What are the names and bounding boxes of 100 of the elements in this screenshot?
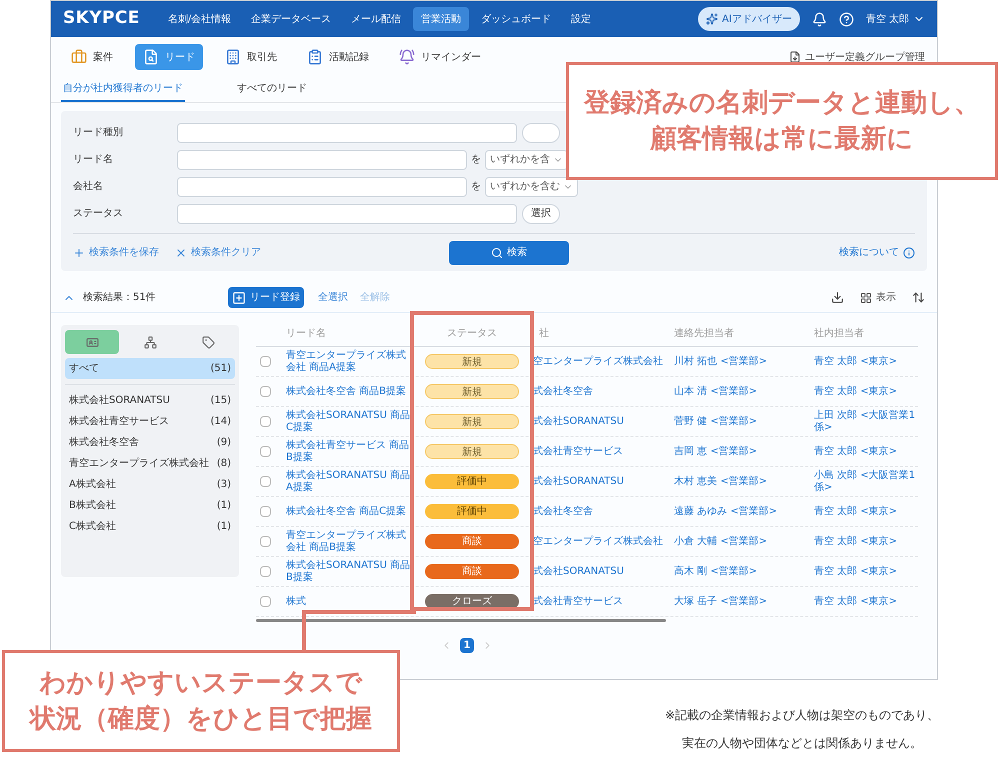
help-icon[interactable]	[838, 12, 854, 26]
lead-name-link[interactable]: 株式会社SORANATSU 商品B提案	[286, 560, 413, 584]
contact-link[interactable]: 川村 拓也 <営業部>	[666, 354, 806, 369]
select-button[interactable]: 選択	[522, 204, 560, 224]
company-link[interactable]: 式会社冬空舎	[531, 384, 666, 399]
status-badge: 商談	[425, 564, 519, 579]
contact-link[interactable]: 遠藤 あゆみ <営業部>	[666, 504, 806, 519]
row-checkbox[interactable]	[260, 506, 271, 517]
contact-link[interactable]: 菅野 健 <営業部>	[666, 414, 806, 429]
row-checkbox[interactable]	[260, 356, 271, 367]
owner-link[interactable]: 小島 次郎 <大阪営業1係>	[806, 470, 918, 494]
match-select[interactable]: いずれかを含む	[485, 176, 578, 196]
brand-logo[interactable]: SKYPCE	[63, 6, 140, 32]
row-checkbox[interactable]	[260, 446, 271, 457]
lead-name-link[interactable]: 株式会社冬空舎 商品C提案	[286, 506, 406, 518]
row-checkbox[interactable]	[260, 476, 271, 487]
lead-name-link[interactable]: 株式会社SORANATSU 商品C提案	[286, 410, 413, 434]
list-tab[interactable]: すべてのリード	[235, 77, 309, 102]
owner-link[interactable]: 青空 太郎 <東京>	[806, 506, 918, 518]
group-type-tab[interactable]	[65, 330, 119, 354]
nav-tab[interactable]: 企業データベース	[243, 7, 340, 31]
group-item[interactable]: 株式会社青空サービス (14)	[65, 411, 235, 432]
owner-link[interactable]: 青空 太郎 <東京>	[806, 356, 918, 368]
row-checkbox[interactable]	[260, 536, 271, 547]
group-item[interactable]: A株式会社 (3)	[65, 474, 235, 495]
input-field[interactable]	[177, 122, 517, 142]
company-link[interactable]: 空エンタープライズ株式会社	[531, 534, 666, 549]
contact-link[interactable]: 小倉 大輔 <営業部>	[666, 534, 806, 549]
module-tab[interactable]: 案件	[63, 44, 121, 70]
user-menu[interactable]: 青空 太郎	[866, 12, 925, 26]
column-header: 社内担当者	[813, 326, 865, 341]
owner-link[interactable]: 青空 太郎 <東京>	[806, 596, 918, 608]
select-all-link[interactable]: 全選択	[318, 290, 348, 305]
status-badge: 評価中	[425, 474, 519, 489]
contact-link[interactable]: 大塚 岳子 <営業部>	[666, 594, 806, 609]
list-tab[interactable]: 自分が社内獲得者のリード	[61, 77, 185, 102]
group-item[interactable]: 青空エンタープライズ株式会社 (8)	[65, 453, 235, 474]
group-item[interactable]: 株式会社冬空舎 (9)	[65, 432, 235, 453]
select-button[interactable]	[522, 122, 560, 142]
nav-tab[interactable]: 設定	[563, 7, 600, 31]
owner-link[interactable]: 青空 太郎 <東京>	[806, 536, 918, 548]
sparkle-icon	[706, 13, 718, 25]
company-link[interactable]: 式会社冬空舎	[531, 504, 666, 519]
module-tab[interactable]: リマインダー	[391, 44, 489, 70]
input-field[interactable]	[177, 176, 467, 196]
group-item[interactable]: C株式会社 (1)	[65, 516, 235, 537]
match-select[interactable]: いずれかを含	[485, 150, 568, 170]
company-link[interactable]: 式会社青空サービス	[531, 444, 666, 459]
lead-name-link[interactable]: 青空エンタープライズ株式会社 商品B提案	[286, 530, 413, 554]
page-button[interactable]: 1	[460, 638, 474, 653]
company-link[interactable]: 式会社SORANATSU	[531, 564, 666, 579]
input-field[interactable]	[177, 204, 517, 224]
contact-link[interactable]: 木村 恵美 <営業部>	[666, 474, 806, 489]
save-conditions-link[interactable]: 検索条件を保存	[73, 245, 159, 260]
company-link[interactable]: 式会社SORANATSU	[531, 414, 666, 429]
bell-icon[interactable]	[812, 12, 827, 26]
row-checkbox[interactable]	[260, 416, 271, 427]
owner-link[interactable]: 青空 太郎 <東京>	[806, 386, 918, 398]
lead-name-link[interactable]: 青空エンタープライズ株式会社 商品A提案	[286, 350, 413, 374]
contact-link[interactable]: 高木 剛 <営業部>	[666, 564, 806, 579]
lead-name-link[interactable]: 株式会社青空サービス 商品B提案	[286, 440, 413, 464]
company-link[interactable]: 式会社青空サービス	[531, 594, 666, 609]
module-tab[interactable]: リード	[135, 44, 203, 70]
ai-advisor-button[interactable]: AIアドバイザー	[698, 7, 800, 31]
display-button[interactable]: 表示	[860, 290, 896, 305]
contact-link[interactable]: 山本 清 <営業部>	[666, 384, 806, 399]
company-link[interactable]: 空エンタープライズ株式会社	[531, 354, 666, 369]
group-item[interactable]: 株式会社SORANATSU (15)	[65, 390, 235, 411]
sort-icon[interactable]	[912, 291, 925, 304]
owner-link[interactable]: 上田 次郎 <大阪営業1係>	[806, 410, 918, 434]
download-icon[interactable]	[831, 291, 844, 304]
clear-conditions-link[interactable]: 検索条件クリア	[175, 245, 261, 260]
nav-tab[interactable]: メール配信	[343, 7, 410, 31]
row-checkbox[interactable]	[260, 596, 271, 607]
horizontal-scrollbar[interactable]	[256, 619, 666, 622]
group-management-link[interactable]: ユーザー定義グループ管理	[789, 50, 925, 64]
add-lead-button[interactable]: リード登録	[228, 287, 304, 308]
module-tab[interactable]: 取引先	[217, 44, 285, 70]
grid-icon	[860, 292, 872, 304]
owner-link[interactable]: 青空 太郎 <東京>	[806, 566, 918, 578]
nav-tab[interactable]: 名刺/会社情報	[160, 7, 240, 31]
row-checkbox[interactable]	[260, 566, 271, 577]
module-tab[interactable]: 活動記録	[299, 44, 377, 70]
plus-square-icon	[232, 290, 246, 304]
nav-tab[interactable]: ダッシュボード	[473, 7, 560, 31]
owner-link[interactable]: 青空 太郎 <東京>	[806, 446, 918, 458]
clipboard-icon	[307, 49, 323, 65]
group-item[interactable]: B株式会社 (1)	[65, 495, 235, 516]
search-icon	[491, 246, 503, 258]
nav-tab[interactable]: 営業活動	[413, 7, 470, 31]
search-help-link[interactable]: 検索について	[839, 245, 915, 260]
lead-name-link[interactable]: 株式	[286, 596, 306, 608]
input-field[interactable]	[177, 150, 467, 170]
contact-link[interactable]: 吉岡 恵 <営業部>	[666, 444, 806, 459]
search-button[interactable]: 検索	[449, 240, 569, 264]
row-checkbox[interactable]	[260, 386, 271, 397]
lead-name-link[interactable]: 株式会社SORANATSU 商品A提案	[286, 470, 413, 494]
company-link[interactable]: 式会社SORANATSU	[531, 474, 666, 489]
lead-name-link[interactable]: 株式会社冬空舎 商品B提案	[286, 386, 406, 398]
group-item[interactable]: すべて (51)	[65, 358, 235, 379]
